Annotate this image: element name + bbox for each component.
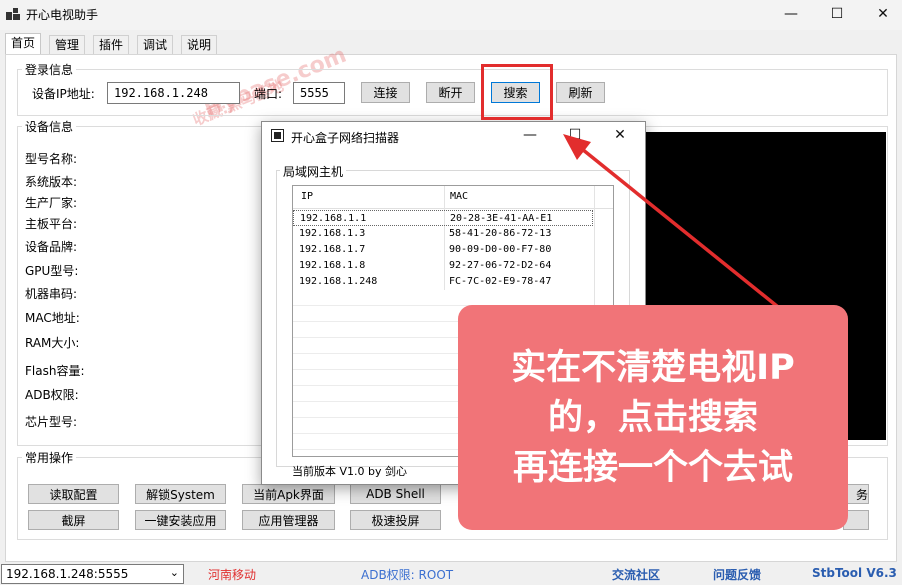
row-mac: FC-7C-02-E9-78-47: [449, 276, 552, 287]
table-row[interactable]: 192.168.1.1 20-28-3E-41-AA-E1: [293, 210, 593, 226]
ram-size-label: RAM大小:: [25, 336, 80, 350]
community-link[interactable]: 交流社区: [612, 566, 660, 583]
app-manager-button[interactable]: 应用管理器: [242, 510, 335, 530]
lan-hosts-label: 局域网主机: [280, 163, 347, 180]
row-ip: 192.168.1.7: [299, 244, 366, 255]
version-label: StbTool V6.3: [812, 566, 897, 580]
column-header-mac[interactable]: MAC: [450, 191, 468, 202]
unlock-system-button[interactable]: 解锁System: [135, 484, 226, 504]
tab-help[interactable]: 说明: [181, 35, 218, 55]
model-name-label: 型号名称:: [25, 152, 78, 166]
app-logo-icon: [6, 8, 20, 20]
row-mac: 20-28-3E-41-AA-E1: [450, 213, 553, 224]
tab-debug[interactable]: 调试: [137, 35, 174, 55]
column-header-ip[interactable]: IP: [301, 191, 313, 202]
row-ip: 192.168.1.3: [299, 228, 366, 239]
port-label: 端口:: [254, 87, 283, 101]
row-mac: 58-41-20-86-72-13: [449, 228, 552, 239]
row-ip: 192.168.1.8: [299, 260, 366, 271]
carrier-label: 河南移动: [208, 568, 257, 582]
table-row[interactable]: 192.168.1.8 92-27-06-72-D2-64: [293, 258, 593, 274]
one-click-install-button[interactable]: 一键安装应用: [135, 510, 226, 530]
chip-model-label: 芯片型号:: [25, 415, 78, 429]
close-button[interactable]: ✕: [860, 0, 902, 28]
serial-number-label: 机器串码:: [25, 287, 78, 301]
ip-label: 设备IP地址:: [32, 87, 95, 101]
scanner-minimize-button[interactable]: —: [510, 122, 550, 148]
current-apk-button[interactable]: 当前Apk界面: [242, 484, 335, 504]
common-ops-group-label: 常用操作: [22, 449, 77, 466]
maximize-button[interactable]: ☐: [814, 0, 860, 28]
refresh-button[interactable]: 刷新: [556, 82, 605, 103]
callout-line-2: 的，点击搜索: [547, 397, 758, 438]
callout-line-3: 再连接一个个去试: [512, 447, 793, 488]
ip-input[interactable]: 192.168.1.248: [107, 82, 240, 104]
chevron-down-icon[interactable]: ⌄: [170, 566, 179, 579]
row-mac: 90-09-D0-00-F7-80: [449, 244, 552, 255]
device-select[interactable]: 192.168.1.248:5555 ⌄: [1, 564, 184, 584]
manufacturer-label: 生产厂家:: [25, 196, 78, 210]
device-select-value: 192.168.1.248:5555: [6, 567, 129, 581]
table-row[interactable]: 192.168.1.7 90-09-D0-00-F7-80: [293, 242, 593, 258]
device-brand-label: 设备品牌:: [25, 240, 78, 254]
board-platform-label: 主板平台:: [25, 217, 78, 231]
title-bar: [0, 0, 902, 30]
annotation-arrow: [563, 134, 790, 317]
row-mac: 92-27-06-72-D2-64: [449, 260, 552, 271]
feedback-link[interactable]: 问题反馈: [713, 566, 761, 583]
row-ip: 192.168.1.1: [300, 213, 367, 224]
scanner-version: 当前版本 V1.0 by 剑心: [292, 465, 408, 478]
mac-address-label: MAC地址:: [25, 311, 80, 325]
table-row[interactable]: 192.168.1.248 FC-7C-02-E9-78-47: [293, 274, 593, 290]
adb-root-status: ADB权限: ROOT: [361, 568, 454, 582]
row-ip: 192.168.1.248: [299, 276, 378, 287]
connect-button[interactable]: 连接: [361, 82, 410, 103]
port-input[interactable]: 5555: [293, 82, 345, 104]
tab-home[interactable]: 首页: [5, 33, 42, 55]
screenshot-button[interactable]: 截屏: [28, 510, 119, 530]
callout-line-1: 实在不清楚电视IP: [511, 347, 795, 388]
highlight-box: [481, 64, 553, 120]
system-version-label: 系统版本:: [25, 175, 78, 189]
table-row[interactable]: 192.168.1.3 58-41-20-86-72-13: [293, 226, 593, 242]
gpu-model-label: GPU型号:: [25, 264, 79, 278]
read-config-button[interactable]: 读取配置: [28, 484, 119, 504]
adb-shell-button[interactable]: ADB Shell: [350, 484, 441, 504]
chip-icon: [271, 129, 284, 142]
tab-manage[interactable]: 管理: [49, 35, 86, 55]
screen-cast-button[interactable]: 极速投屏: [350, 510, 441, 530]
login-group-label: 登录信息: [22, 61, 77, 78]
window-title: 开心电视助手: [26, 8, 99, 22]
adb-permission-label: ADB权限:: [25, 388, 79, 402]
device-info-group-label: 设备信息: [22, 118, 77, 135]
scanner-title: 开心盒子网络扫描器: [291, 131, 400, 145]
disconnect-button[interactable]: 断开: [426, 82, 475, 103]
annotation-callout: 实在不清楚电视IP 的，点击搜索 再连接一个个去试: [458, 305, 848, 530]
flash-capacity-label: Flash容量:: [25, 364, 85, 378]
tab-plugins[interactable]: 插件: [93, 35, 130, 55]
minimize-button[interactable]: —: [768, 0, 814, 28]
